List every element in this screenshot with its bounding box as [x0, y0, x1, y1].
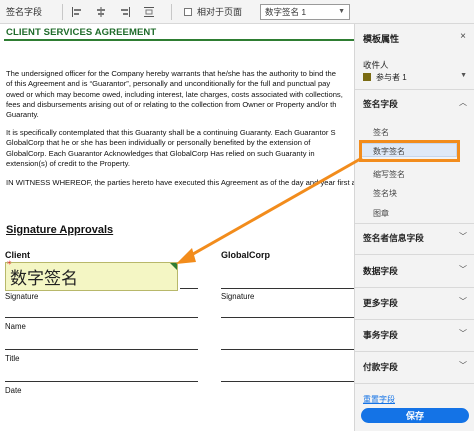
- toolbar: 签名字段 相对于页面 数字签名 1 ▼: [0, 0, 474, 24]
- client-heading: Client: [5, 250, 31, 260]
- chevron-down-icon: ▼: [460, 72, 467, 79]
- panel-divider: [355, 89, 474, 90]
- section-signature-fields[interactable]: 签名字段 ︿: [363, 97, 467, 111]
- chevron-down-icon: ﹀: [459, 329, 467, 338]
- text-line: of this Agreement and is “Guarantor”, pe…: [6, 79, 331, 89]
- document-canvas: CLIENT SERVICES AGREEMENT The undersigne…: [0, 24, 354, 431]
- panel-divider: [355, 383, 474, 384]
- field-item-stamp[interactable]: 图章: [373, 208, 389, 219]
- panel-divider: [355, 223, 474, 224]
- chevron-up-icon: ︿: [459, 98, 467, 107]
- checkbox-box[interactable]: [184, 7, 192, 16]
- text-line: It is specifically contemplated that thi…: [6, 128, 336, 137]
- reset-fields-link[interactable]: 重置字段: [363, 394, 395, 405]
- chevron-down-icon: ﹀: [459, 232, 467, 241]
- recipient-color-swatch: [363, 73, 371, 81]
- signature-approvals-heading: Signature Approvals: [6, 224, 114, 236]
- panel-divider: [355, 351, 474, 352]
- section-transaction-fields[interactable]: 事务字段 ﹀: [363, 328, 467, 342]
- globalcorp-heading: GlobalCorp: [221, 250, 270, 260]
- panel-divider: [355, 287, 474, 288]
- section-signer-info[interactable]: 签名者信息字段 ﹀: [363, 231, 467, 245]
- recipient-select[interactable]: 参与者 1 ▼: [363, 71, 467, 83]
- text-line: fees and disbursements arising out of or…: [6, 99, 337, 109]
- document-title: CLIENT SERVICES AGREEMENT: [6, 27, 157, 38]
- panel-divider: [355, 319, 474, 320]
- recipient-name: 参与者 1: [376, 72, 407, 82]
- panel-divider: [355, 254, 474, 255]
- section-label: 数据字段: [363, 266, 398, 276]
- field-select[interactable]: 数字签名 1 ▼: [260, 3, 351, 20]
- date-line: [221, 381, 354, 382]
- signature-line: [180, 288, 198, 289]
- date-line: [5, 381, 198, 382]
- text-line: GlobalCorp that he or she has been indiv…: [6, 138, 311, 148]
- section-label: 付款字段: [363, 362, 398, 372]
- relative-to-page-checkbox[interactable]: 相对于页面: [184, 5, 242, 18]
- field-select-value: 数字签名 1: [265, 6, 307, 17]
- toolbar-title: 签名字段: [6, 7, 43, 17]
- chevron-down-icon: ﹀: [459, 297, 467, 306]
- recipients-label: 收件人: [363, 60, 389, 70]
- signature-field-label: 数字签名: [10, 269, 78, 289]
- distribute-icon[interactable]: [141, 4, 157, 20]
- field-item-digital-signature[interactable]: 数字签名: [373, 146, 405, 157]
- align-center-icon[interactable]: [93, 4, 109, 20]
- section-more-fields[interactable]: 更多字段 ﹀: [363, 296, 467, 310]
- title-line: [221, 349, 354, 350]
- paragraph-witness: IN WITNESS WHEREOF, the parties hereto h…: [6, 178, 354, 187]
- close-icon[interactable]: ×: [460, 31, 466, 42]
- checkbox-label: 相对于页面: [197, 7, 243, 17]
- toolbar-divider: [171, 3, 172, 20]
- signature-line: [221, 288, 354, 289]
- field-corner-marker: [170, 263, 177, 270]
- name-line: [5, 317, 198, 318]
- section-label: 事务字段: [363, 330, 398, 340]
- required-mark: *: [7, 260, 12, 270]
- section-label: 签名者信息字段: [363, 233, 424, 243]
- title-line: [5, 349, 198, 350]
- digital-signature-field[interactable]: * 数字签名: [5, 260, 178, 291]
- text-line: owed or which may become owed, including…: [6, 89, 343, 99]
- text-line: extension(s) of credit to the Property.: [6, 158, 130, 168]
- client-title-label: Title: [5, 354, 20, 363]
- panel-heading: 模板属性: [363, 34, 400, 44]
- align-right-icon[interactable]: [117, 4, 133, 20]
- template-properties-panel: 模板属性 × 收件人 参与者 1 ▼ 签名字段 ︿ 签名 数字签名 缩写签名 签…: [354, 24, 474, 431]
- align-left-icon[interactable]: [69, 4, 85, 20]
- save-button[interactable]: 保存: [361, 408, 469, 423]
- chevron-down-icon: ▼: [338, 7, 346, 15]
- field-item-signature[interactable]: 签名: [373, 127, 389, 138]
- chevron-down-icon: ﹀: [459, 361, 467, 370]
- text-line: Guaranty.: [6, 110, 39, 120]
- paragraph-continuing-guaranty: It is specifically contemplated that thi…: [6, 128, 354, 169]
- field-item-signature-block[interactable]: 签名块: [373, 188, 397, 199]
- section-data-fields[interactable]: 数据字段 ﹀: [363, 264, 467, 278]
- client-name-label: Name: [5, 322, 26, 331]
- globalcorp-signature-label: Signature: [221, 292, 255, 301]
- client-date-label: Date: [5, 386, 22, 395]
- section-label: 签名字段: [363, 99, 398, 109]
- field-item-initials[interactable]: 缩写签名: [373, 169, 405, 180]
- text-line: GlobalCorp. Each Guarantor Acknowledges …: [6, 148, 315, 158]
- title-rule: [4, 39, 354, 41]
- text-line: The undersigned officer for the Company …: [6, 69, 336, 78]
- paragraph-warranty: The undersigned officer for the Company …: [6, 69, 354, 120]
- chevron-down-icon: ﹀: [459, 265, 467, 274]
- section-payment-fields[interactable]: 付款字段 ﹀: [363, 360, 467, 374]
- toolbar-divider: [62, 3, 63, 20]
- client-signature-label: Signature: [5, 292, 39, 301]
- section-label: 更多字段: [363, 298, 398, 308]
- name-line: [221, 317, 354, 318]
